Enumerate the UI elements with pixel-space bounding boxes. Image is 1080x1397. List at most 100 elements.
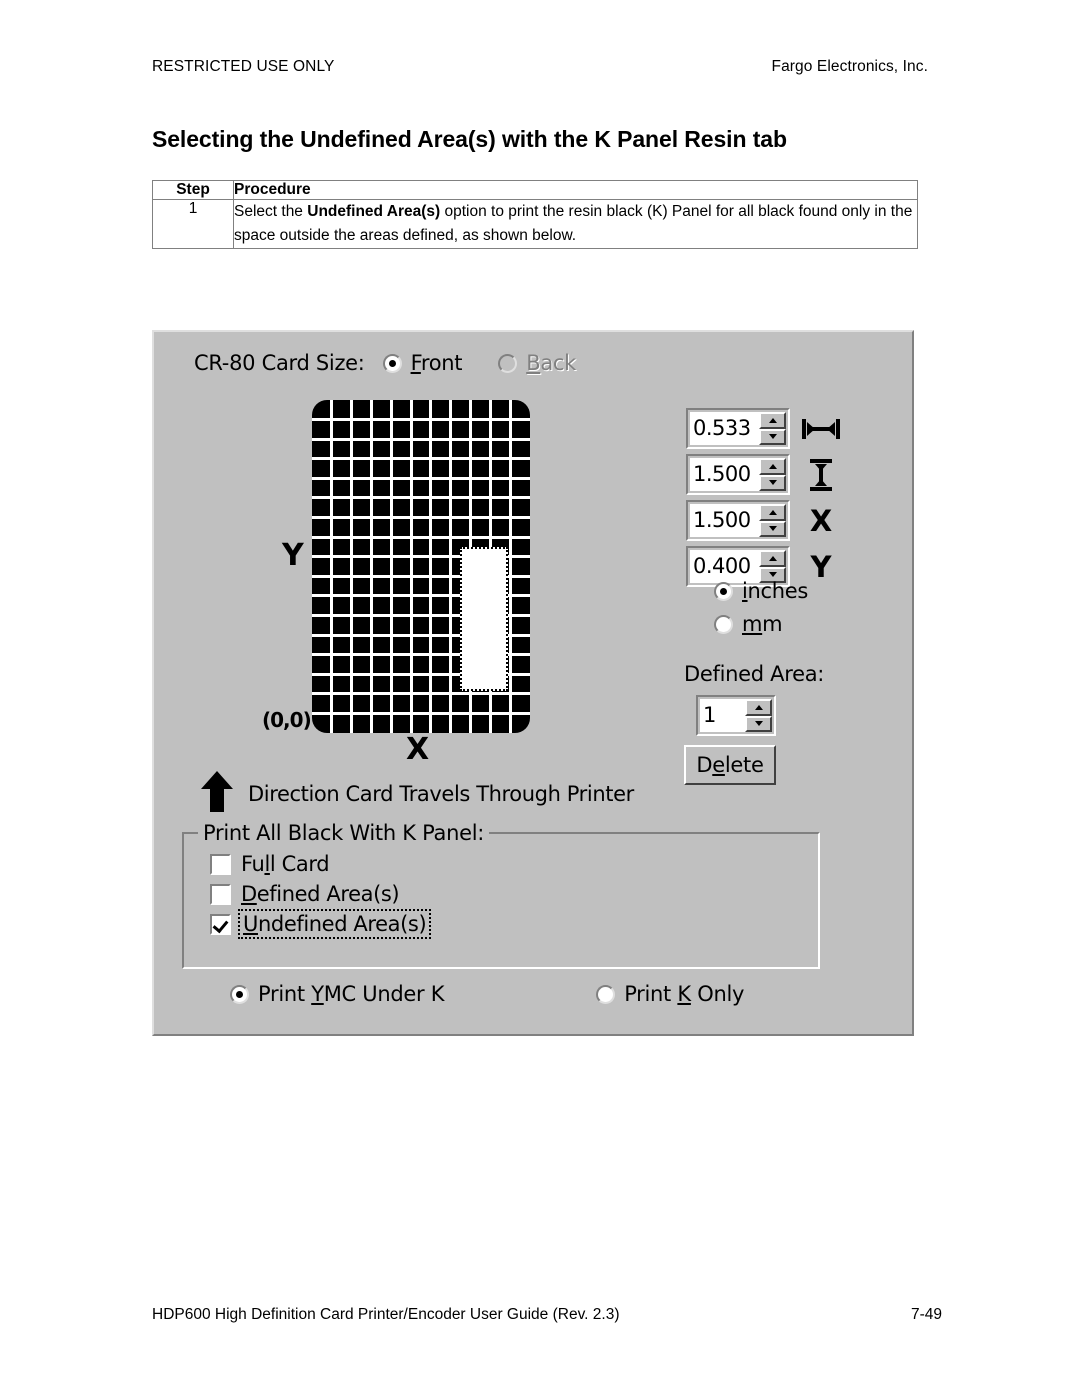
x-spinner[interactable]: 1.500 (686, 500, 790, 541)
radio-back-indicator[interactable] (498, 353, 518, 373)
checkbox-defined-areas-label-rest: efined Area(s) (256, 882, 400, 906)
step-number: 1 (152, 198, 234, 250)
radio-mm-label-rest: m (762, 612, 783, 636)
direction-indicator: Direction Card Travels Through Printer (200, 769, 634, 818)
radio-inches-label: inches (742, 579, 809, 603)
radio-back[interactable]: Back (498, 351, 576, 375)
card-size-label: CR-80 Card Size: (194, 351, 365, 375)
defined-area-spin-up[interactable] (745, 699, 772, 716)
height-arrows-icon (800, 458, 842, 492)
page-title: Selecting the Undefined Area(s) with the… (152, 126, 787, 152)
procedure-table: Step Procedure 1 Select the Undefined Ar… (152, 180, 918, 250)
arrow-up-icon (200, 769, 234, 818)
checkbox-undefined-areas-indicator[interactable] (210, 913, 231, 935)
card-preview[interactable] (312, 400, 530, 733)
radio-front-indicator[interactable] (382, 353, 402, 373)
defined-area-label: Defined Area: (684, 662, 825, 686)
radio-print-k-only-label-rest: Only (690, 982, 745, 1006)
defined-area-spinner[interactable]: 1 (696, 695, 776, 736)
radio-mm-label: mm (742, 612, 783, 636)
delete-button-label: Delete (696, 753, 764, 777)
y-spin-up[interactable] (759, 550, 786, 567)
preview-y-axis-label: Y (282, 538, 304, 573)
page-header: RESTRICTED USE ONLY Fargo Electronics, I… (152, 58, 928, 76)
radio-print-k-only-label: Print K Only (624, 982, 745, 1006)
direction-text: Direction Card Travels Through Printer (248, 781, 634, 806)
radio-back-label: Back (526, 351, 576, 375)
checkbox-undefined-areas-label-rest: ndefined Area(s) (257, 912, 427, 936)
field-width-row: 0.533 (686, 408, 842, 449)
radio-print-ymc-under-k-label: Print YMC Under K (258, 982, 445, 1006)
delete-button[interactable]: Delete (684, 745, 776, 785)
radio-inches[interactable]: inches (714, 579, 808, 603)
column-header-procedure: Procedure (233, 180, 918, 200)
height-spin-up[interactable] (759, 458, 786, 475)
width-spin-down[interactable] (759, 428, 786, 445)
header-left-text: RESTRICTED USE ONLY (152, 58, 335, 75)
radio-print-ymc-under-k-indicator[interactable] (230, 984, 249, 1004)
units-radio-group: inches mm (714, 579, 808, 645)
delete-button-label-rest: lete (724, 753, 764, 777)
x-spin-buttons[interactable] (759, 504, 786, 537)
radio-print-ymc-under-k-label-rest: MC Under K (323, 982, 445, 1006)
field-x-row: 1.500 X (686, 500, 842, 541)
checkbox-undefined-areas[interactable]: Undefined Area(s) (210, 909, 432, 939)
radio-inches-indicator[interactable] (714, 581, 733, 601)
defined-area-rectangle[interactable] (460, 547, 508, 691)
width-input[interactable]: 0.533 (690, 412, 759, 445)
checkbox-full-card-label: Full Card (241, 852, 330, 876)
height-spin-down[interactable] (759, 474, 786, 491)
checkbox-full-card-indicator[interactable] (210, 853, 231, 875)
step-description: Select the Undefined Area(s) option to p… (233, 198, 918, 250)
radio-mm[interactable]: mm (714, 612, 808, 636)
checkbox-undefined-areas-label: Undefined Area(s) (237, 909, 432, 939)
field-height-row: 1.500 (686, 454, 842, 495)
footer-left-text: HDP600 High Definition Card Printer/Enco… (152, 1306, 620, 1323)
step-text-before: Select the (234, 203, 308, 220)
footer-page-number: 7-49 (910, 1306, 942, 1323)
radio-front-label-rest: ront (420, 351, 463, 375)
checkbox-full-card-label-rest: l Card (269, 852, 330, 876)
width-spin-buttons[interactable] (759, 412, 786, 445)
defined-area-spinner-wrap: 1 (696, 695, 776, 736)
radio-back-label-rest: ack (540, 351, 576, 375)
x-axis-icon: X (809, 503, 833, 538)
x-spin-up[interactable] (759, 504, 786, 521)
k-panel-groupbox-title: Print All Black With K Panel: (198, 821, 490, 845)
checkbox-defined-areas[interactable]: Defined Area(s) (210, 882, 428, 906)
radio-front-label: Front (410, 351, 463, 375)
height-spinner[interactable]: 1.500 (686, 454, 790, 495)
step-text-emphasis: Undefined Area(s) (307, 203, 441, 220)
defined-area-spin-buttons[interactable] (745, 699, 772, 732)
checkbox-defined-areas-indicator[interactable] (210, 883, 231, 905)
width-spinner[interactable]: 0.533 (686, 408, 790, 449)
k-panel-resin-dialog: CR-80 Card Size: Front Back Y X (0,0) Di… (152, 330, 914, 1036)
defined-area-input[interactable]: 1 (700, 699, 745, 732)
k-panel-options: Full Card Defined Area(s) Undefined Area… (210, 852, 432, 942)
width-spin-up[interactable] (759, 412, 786, 429)
checkbox-full-card[interactable]: Full Card (210, 852, 428, 876)
x-spin-down[interactable] (759, 520, 786, 537)
radio-front[interactable]: Front (382, 351, 463, 375)
radio-print-k-only-indicator[interactable] (596, 984, 616, 1004)
radio-print-ymc-under-k[interactable]: Print YMC Under K (230, 982, 444, 1006)
header-right-text: Fargo Electronics, Inc. (771, 58, 928, 75)
dimension-fields: 0.533 1.500 1.500 X 0.400 Y (686, 408, 842, 592)
height-spin-buttons[interactable] (759, 458, 786, 491)
page-footer: HDP600 High Definition Card Printer/Enco… (152, 1306, 942, 1324)
height-input[interactable]: 1.500 (690, 458, 759, 491)
column-header-step: Step (152, 180, 234, 200)
table-row: 1 Select the Undefined Area(s) option to… (152, 198, 918, 250)
card-size-row: CR-80 Card Size: Front Back (194, 351, 576, 375)
preview-origin-label: (0,0) (262, 708, 312, 732)
preview-x-axis-label: X (406, 732, 430, 767)
table-header-row: Step Procedure (152, 180, 918, 200)
checkbox-defined-areas-label: Defined Area(s) (241, 882, 400, 906)
radio-mm-indicator[interactable] (714, 614, 733, 634)
x-input[interactable]: 1.500 (690, 504, 759, 537)
width-arrows-icon (800, 416, 842, 442)
radio-inches-label-rest: nches (747, 579, 809, 603)
print-mode-radio-group: Print YMC Under K Print K Only (230, 982, 790, 1006)
defined-area-spin-down[interactable] (745, 715, 772, 732)
radio-print-k-only[interactable]: Print K Only (596, 982, 744, 1006)
